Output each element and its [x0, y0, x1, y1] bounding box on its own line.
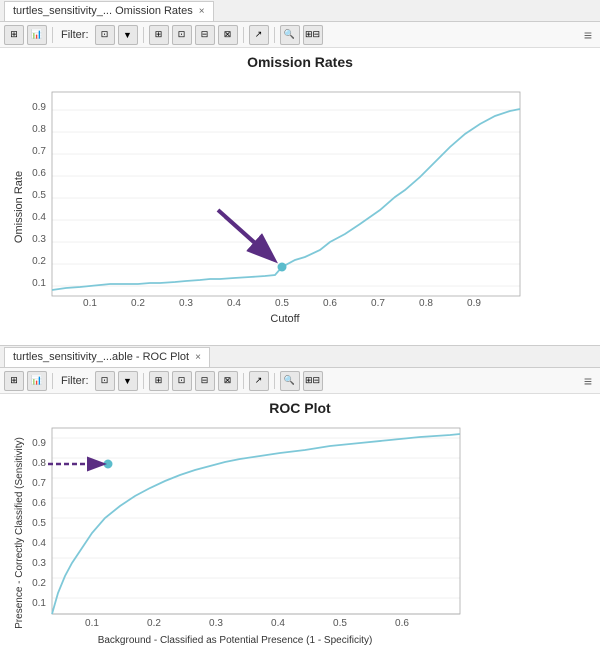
top-tab-bar: turtles_sensitivity_... Omission Rates × — [0, 0, 600, 22]
toolbar-btn-b1[interactable]: ⊞ — [4, 371, 24, 391]
svg-text:0.2: 0.2 — [32, 578, 46, 589]
svg-text:0.6: 0.6 — [323, 298, 337, 309]
svg-text:0.6: 0.6 — [395, 618, 409, 629]
toolbar-sep-b2 — [143, 373, 144, 389]
svg-text:0.9: 0.9 — [32, 438, 46, 449]
svg-text:0.5: 0.5 — [333, 618, 347, 629]
svg-text:0.1: 0.1 — [83, 298, 97, 309]
toolbar-btn-11[interactable]: ⊞⊟ — [303, 25, 323, 45]
top-toolbar: ⊞ 📊 Filter: ⊡ ▼ ⊞ ⊡ ⊟ ⊠ ↗ 🔍 ⊞⊟ ≡ — [0, 22, 600, 48]
toolbar-btn-b10[interactable]: 🔍 — [280, 371, 300, 391]
svg-text:0.8: 0.8 — [419, 298, 433, 309]
svg-text:0.1: 0.1 — [85, 618, 99, 629]
toolbar-sep-3 — [243, 27, 244, 43]
bottom-tab-bar: turtles_sensitivity_...able - ROC Plot × — [0, 346, 600, 368]
svg-text:0.4: 0.4 — [32, 212, 46, 223]
svg-text:Cutoff: Cutoff — [270, 313, 300, 325]
svg-text:0.8: 0.8 — [32, 124, 46, 135]
svg-text:0.5: 0.5 — [32, 518, 46, 529]
omission-chart-title: Omission Rates — [0, 48, 600, 72]
tab-roc-close[interactable]: × — [195, 352, 201, 363]
toolbar-btn-b5[interactable]: ⊞ — [149, 371, 169, 391]
svg-text:0.7: 0.7 — [32, 478, 46, 489]
svg-text:0.9: 0.9 — [467, 298, 481, 309]
tab-omission-rates[interactable]: turtles_sensitivity_... Omission Rates × — [4, 1, 214, 21]
toolbar-btn-b7[interactable]: ⊟ — [195, 371, 215, 391]
toolbar-btn-4[interactable]: ▼ — [118, 25, 138, 45]
toolbar-btn-b8[interactable]: ⊠ — [218, 371, 238, 391]
toolbar-btn-3[interactable]: ⊡ — [95, 25, 115, 45]
omission-y-label: Omission Rate — [13, 171, 25, 243]
svg-text:0.6: 0.6 — [32, 498, 46, 509]
omission-rates-panel: Omission Rates Omission Rate 0.9 0.8 0.7… — [0, 48, 600, 346]
toolbar-menu-bottom[interactable]: ≡ — [584, 373, 592, 389]
toolbar-btn-2[interactable]: 📊 — [27, 25, 47, 45]
roc-plot-panel: ROC Plot Presence - Correctly Classified… — [0, 394, 600, 672]
svg-text:Presence - Correctly Classifie: Presence - Correctly Classified (Sensiti… — [14, 437, 25, 629]
svg-text:0.4: 0.4 — [227, 298, 241, 309]
omission-chart-svg: Omission Rate 0.9 0.8 0.7 0.6 0.5 0.4 0.… — [10, 72, 590, 330]
svg-text:0.7: 0.7 — [32, 146, 46, 157]
svg-text:0.3: 0.3 — [179, 298, 193, 309]
toolbar-btn-b11[interactable]: ⊞⊟ — [303, 371, 323, 391]
svg-text:Background - Classified as Pot: Background - Classified as Potential Pre… — [98, 635, 373, 646]
svg-text:0.9: 0.9 — [32, 102, 46, 113]
roc-chart-title: ROC Plot — [0, 394, 600, 418]
tab-roc-label: turtles_sensitivity_...able - ROC Plot — [13, 351, 189, 363]
svg-text:0.8: 0.8 — [32, 458, 46, 469]
svg-text:0.4: 0.4 — [32, 538, 46, 549]
tab-roc-plot[interactable]: turtles_sensitivity_...able - ROC Plot × — [4, 347, 210, 367]
toolbar-sep-b3 — [243, 373, 244, 389]
svg-text:0.2: 0.2 — [131, 298, 145, 309]
toolbar-btn-5[interactable]: ⊞ — [149, 25, 169, 45]
toolbar-btn-b3[interactable]: ⊡ — [95, 371, 115, 391]
toolbar-btn-b6[interactable]: ⊡ — [172, 371, 192, 391]
svg-text:0.5: 0.5 — [32, 190, 46, 201]
svg-text:0.3: 0.3 — [209, 618, 223, 629]
svg-text:0.3: 0.3 — [32, 234, 46, 245]
bottom-toolbar: ⊞ 📊 Filter: ⊡ ▼ ⊞ ⊡ ⊟ ⊠ ↗ 🔍 ⊞⊟ ≡ — [0, 368, 600, 394]
toolbar-btn-10[interactable]: 🔍 — [280, 25, 300, 45]
svg-text:0.4: 0.4 — [271, 618, 285, 629]
tab-omission-label: turtles_sensitivity_... Omission Rates — [13, 5, 193, 17]
toolbar-sep-b4 — [274, 373, 275, 389]
svg-text:0.1: 0.1 — [32, 278, 46, 289]
toolbar-btn-b9[interactable]: ↗ — [249, 371, 269, 391]
svg-text:0.3: 0.3 — [32, 558, 46, 569]
toolbar-btn-b2[interactable]: 📊 — [27, 371, 47, 391]
toolbar-btn-9[interactable]: ↗ — [249, 25, 269, 45]
toolbar-btn-b4[interactable]: ▼ — [118, 371, 138, 391]
svg-text:0.6: 0.6 — [32, 168, 46, 179]
toolbar-btn-7[interactable]: ⊟ — [195, 25, 215, 45]
roc-chart-svg: Presence - Correctly Classified (Sensiti… — [10, 418, 590, 658]
toolbar-btn-6[interactable]: ⊡ — [172, 25, 192, 45]
toolbar-sep-4 — [274, 27, 275, 43]
toolbar-sep-1 — [52, 27, 53, 43]
filter-label-top: Filter: — [61, 29, 89, 41]
toolbar-sep-2 — [143, 27, 144, 43]
svg-text:0.2: 0.2 — [32, 256, 46, 267]
svg-text:0.7: 0.7 — [371, 298, 385, 309]
toolbar-menu-top[interactable]: ≡ — [584, 27, 592, 43]
svg-text:0.5: 0.5 — [275, 298, 289, 309]
svg-text:0.1: 0.1 — [32, 598, 46, 609]
toolbar-btn-1[interactable]: ⊞ — [4, 25, 24, 45]
toolbar-btn-8[interactable]: ⊠ — [218, 25, 238, 45]
toolbar-sep-b1 — [52, 373, 53, 389]
filter-label-bottom: Filter: — [61, 375, 89, 387]
tab-omission-close[interactable]: × — [199, 6, 205, 17]
svg-text:0.2: 0.2 — [147, 618, 161, 629]
